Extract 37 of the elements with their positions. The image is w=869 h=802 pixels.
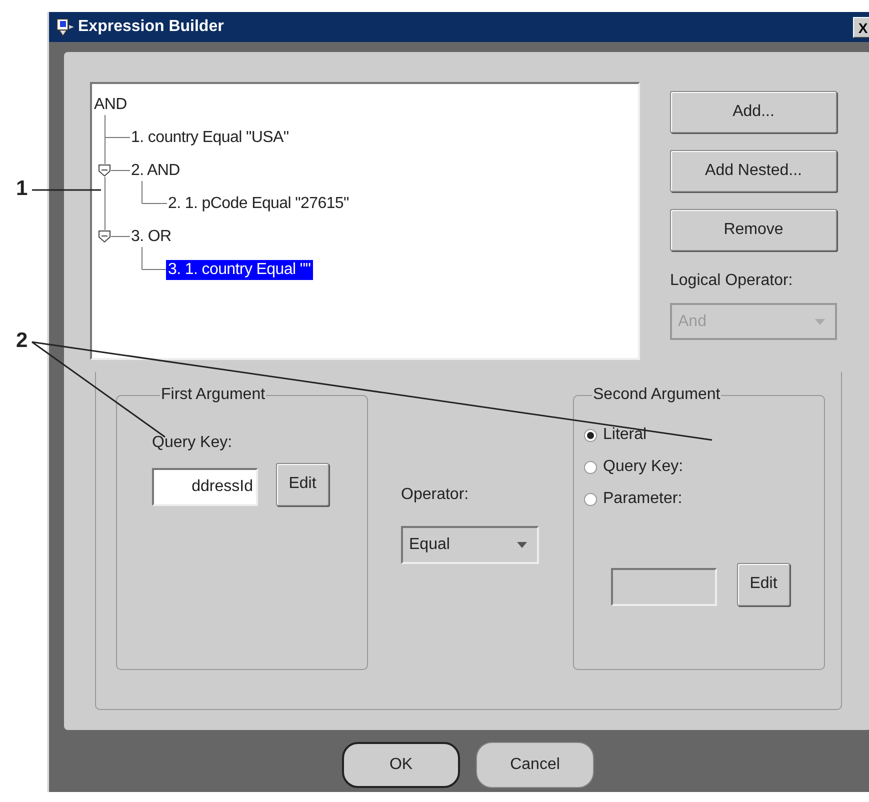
group-title: First Argument [160,386,266,404]
close-button[interactable]: X [853,17,869,38]
query-key-field[interactable]: ddressId [152,468,258,506]
radio-label[interactable]: Query Key: [603,458,684,476]
tree-item[interactable]: 3. 1. country Equal "" [166,260,313,280]
edit-button[interactable]: Edit [737,562,790,606]
field-label: Operator: [401,486,470,504]
tree-item[interactable]: 2. 1. pCode Equal "27615" [166,194,351,214]
operator-dropdown[interactable]: Equal [401,526,539,564]
field-label: Query Key: [152,434,234,452]
tree-item[interactable]: AND [92,94,129,114]
callout-number: 1 [16,177,28,201]
radio-button[interactable] [584,492,597,506]
caret-icon [815,318,825,324]
edit-button[interactable]: Edit [276,462,329,506]
dialog-button[interactable]: Cancel [476,742,594,788]
leader-line [32,189,101,191]
radio-label[interactable]: Parameter: [603,490,682,508]
collapse-icon[interactable] [98,230,111,243]
callout-number: 2 [16,329,28,353]
window-title: Expression Builder [78,18,224,36]
action-button[interactable]: Add... [670,91,837,133]
caret-icon [517,542,527,548]
radio-button[interactable] [584,460,597,474]
radio-label[interactable]: Literal [603,426,647,444]
tree-item[interactable]: 2. AND [129,160,182,180]
value-field[interactable] [611,568,717,606]
radio-button[interactable] [584,428,597,442]
tree-item[interactable]: 3. OR [129,226,174,246]
tree-item[interactable]: 1. country Equal "USA" [129,128,291,148]
collapse-icon[interactable] [98,164,111,177]
group-title: Second Argument [592,386,722,404]
app-icon [55,17,75,37]
field-label: Logical Operator: [670,272,794,290]
action-button[interactable]: Remove [670,209,837,251]
dialog-button[interactable]: OK [342,742,460,788]
action-button[interactable]: Add Nested... [670,150,837,192]
